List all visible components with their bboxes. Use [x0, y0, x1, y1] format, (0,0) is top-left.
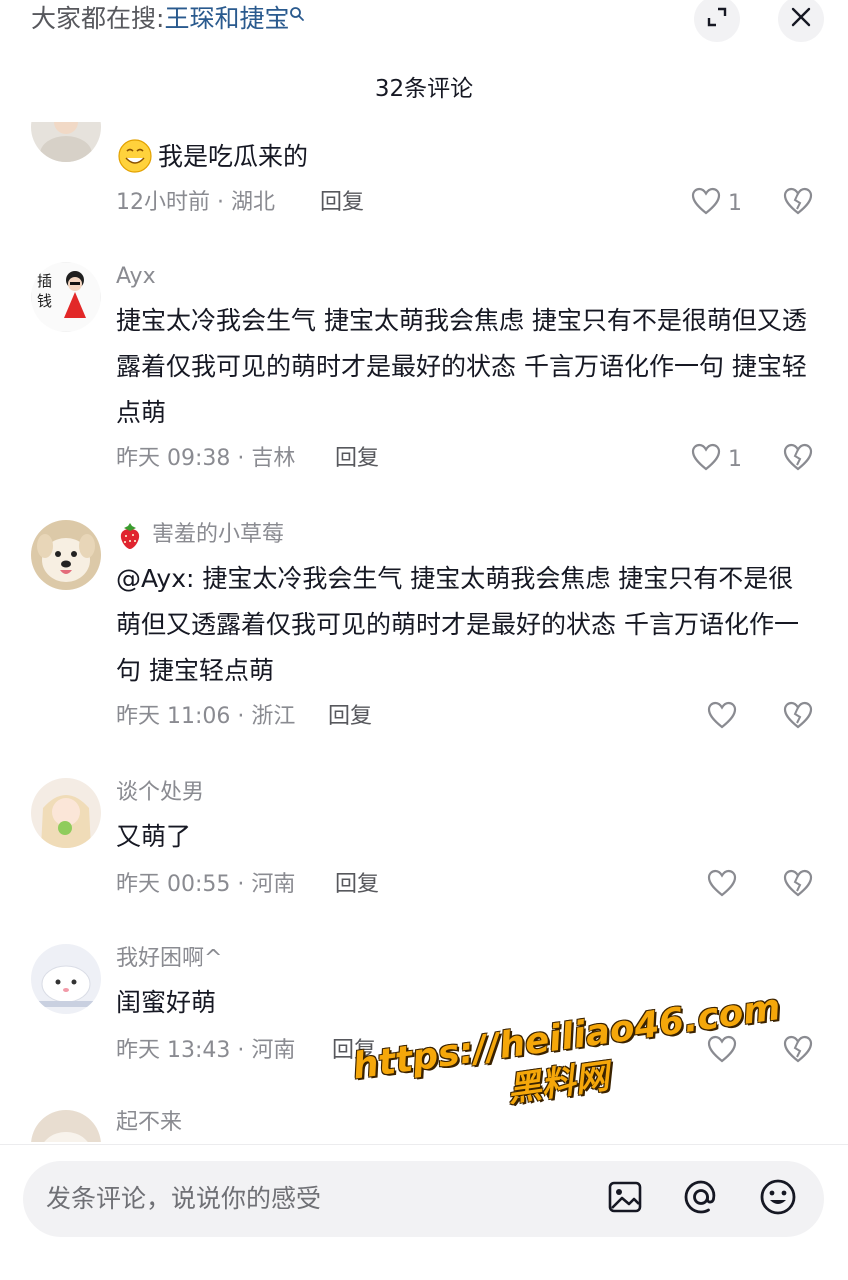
reply-button[interactable]: 回复: [335, 444, 379, 474]
broken-heart-icon: [782, 443, 814, 476]
like-button[interactable]: [706, 868, 738, 902]
broken-heart-icon: [782, 1035, 814, 1068]
comment-meta: 昨天 11:06 · 浙江: [116, 704, 296, 729]
comment-input-bar: 发条评论，说说你的感受: [0, 1144, 848, 1280]
comment-meta: 昨天 00:55 · 河南: [116, 872, 296, 897]
comment-text: 捷宝太冷我会生气 捷宝太萌我会焦虑 捷宝只有不是很萌但又透露着仅我可见的萌时才是…: [116, 306, 807, 427]
reply-button[interactable]: 回复: [320, 188, 364, 218]
comment-meta: 昨天 09:38 · 吉林: [116, 446, 296, 471]
dislike-button[interactable]: [782, 868, 814, 902]
like-button[interactable]: [706, 700, 738, 734]
avatar[interactable]: [31, 944, 101, 1014]
avatar[interactable]: [31, 520, 101, 590]
close-icon: [790, 6, 812, 32]
avatar[interactable]: [31, 122, 101, 162]
reply-button[interactable]: 回复: [328, 702, 372, 732]
dislike-button[interactable]: [782, 186, 814, 220]
avatar[interactable]: [31, 1110, 101, 1142]
comment-text: 我是吃瓜来的: [158, 142, 309, 171]
comment-meta: 12小时前 · 湖北: [116, 190, 275, 215]
comment-text: @Ayx: 捷宝太冷我会生气 捷宝太萌我会焦虑 捷宝只有不是很萌但又透露着仅我可…: [116, 564, 799, 685]
broken-heart-icon: [782, 869, 814, 902]
dislike-button[interactable]: [782, 442, 814, 476]
comment-list[interactable]: 我是吃瓜来的 12小时前 · 湖北 回复 1 插钱 Ayx 捷宝太冷我会生气 捷…: [0, 122, 848, 1142]
comment-meta: 昨天 13:43 · 河南: [116, 1038, 296, 1063]
reply-button[interactable]: 回复: [335, 870, 379, 900]
heart-icon: [706, 700, 738, 734]
reply-button[interactable]: 回复: [332, 1036, 376, 1066]
image-icon: [607, 1179, 643, 1219]
strawberry-icon: [116, 522, 144, 554]
dislike-button[interactable]: [782, 1034, 814, 1068]
username[interactable]: Ayx: [116, 262, 156, 292]
comment-input-placeholder: 发条评论，说说你的感受: [46, 1184, 322, 1213]
svg-text:插: 插: [37, 272, 52, 290]
heart-icon: [706, 1034, 738, 1068]
like-button[interactable]: 1: [690, 442, 742, 476]
heart-icon: [690, 186, 722, 220]
username[interactable]: 谈个处男: [116, 778, 204, 808]
top-bar: 大家都在搜:王琛和捷宝: [0, 0, 848, 42]
search-suggestion-keyword[interactable]: 王琛和捷宝: [164, 4, 289, 33]
comment-input[interactable]: 发条评论，说说你的感受: [23, 1161, 824, 1237]
close-button[interactable]: [778, 0, 824, 42]
comment-text: 又萌了: [116, 822, 192, 851]
dislike-button[interactable]: [782, 700, 814, 734]
like-button[interactable]: [706, 1034, 738, 1068]
comment-count: 32条评论: [374, 76, 474, 102]
avatar[interactable]: [31, 778, 101, 848]
image-button[interactable]: [605, 1179, 645, 1219]
username[interactable]: 我好困啊^: [116, 944, 222, 974]
username[interactable]: 害羞的小草莓: [152, 520, 284, 550]
like-count: 1: [728, 446, 742, 472]
heart-icon: [706, 868, 738, 902]
mention-button[interactable]: [681, 1179, 721, 1219]
avatar[interactable]: 插钱: [31, 262, 101, 332]
expand-button[interactable]: [694, 0, 740, 42]
emoji-button[interactable]: [758, 1179, 798, 1219]
at-icon: [682, 1178, 720, 1220]
search-icon: [289, 7, 305, 28]
expand-icon: [706, 6, 728, 32]
heart-icon: [690, 442, 722, 476]
search-suggestion-prefix: 大家都在搜:: [31, 4, 165, 33]
comment-text: 闺蜜好萌: [116, 988, 217, 1017]
broken-heart-icon: [782, 187, 814, 220]
broken-heart-icon: [782, 701, 814, 734]
emoji-icon: [759, 1178, 797, 1220]
like-button[interactable]: 1: [690, 186, 742, 220]
username[interactable]: 起不来: [116, 1108, 182, 1138]
emoji-grin-icon: [116, 138, 156, 183]
search-suggestion[interactable]: 大家都在搜:王琛和捷宝: [31, 2, 305, 36]
svg-text:钱: 钱: [37, 292, 52, 310]
like-count: 1: [728, 190, 742, 216]
